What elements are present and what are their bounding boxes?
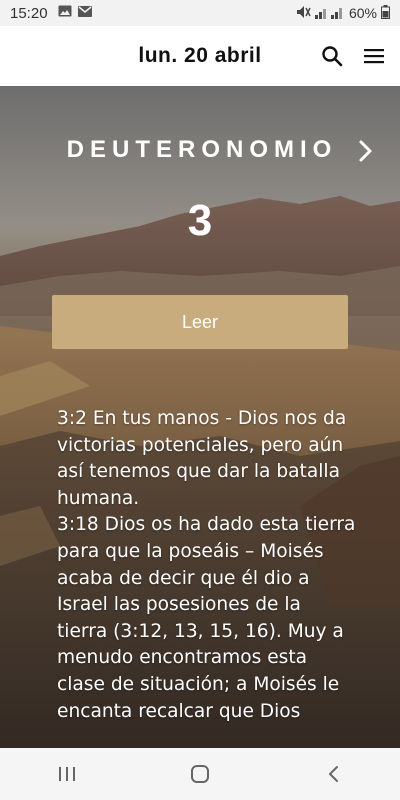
battery-percent: 60% [348,5,377,21]
book-title: DEUTERONOMIO [66,136,338,163]
status-bar: 15:20 60% [0,0,400,26]
reading-hero: DEUTERONOMIO 3 Leer 3:2 En tus manos - D… [0,86,400,748]
next-chapter-chevron-icon[interactable] [356,138,376,164]
commentary-paragraph: 3:18 Dios os ha dado esta tierra para qu… [57,514,356,722]
read-button[interactable]: Leer [52,295,348,349]
commentary-paragraph: 3:2 En tus manos - Dios nos da victorias… [57,408,347,509]
status-right: 60% [295,4,390,22]
status-time: 15:20 [10,4,48,22]
system-nav-bar [0,748,400,800]
hamburger-menu-icon[interactable] [362,44,386,68]
gallery-icon [58,5,72,21]
gmail-icon [77,5,92,21]
mute-icon [295,5,311,22]
recent-apps-icon[interactable] [47,754,87,794]
chapter-number: 3 [187,196,213,245]
battery-icon [381,4,390,22]
signal-icon [314,5,345,22]
back-icon[interactable] [313,754,353,794]
commentary-text: 3:2 En tus manos - Dios nos da victorias… [57,406,357,725]
app-header: lun. 20 abril [0,26,400,86]
home-icon[interactable] [180,754,220,794]
header-date: lun. 20 abril [138,44,262,67]
search-icon[interactable] [320,44,344,68]
